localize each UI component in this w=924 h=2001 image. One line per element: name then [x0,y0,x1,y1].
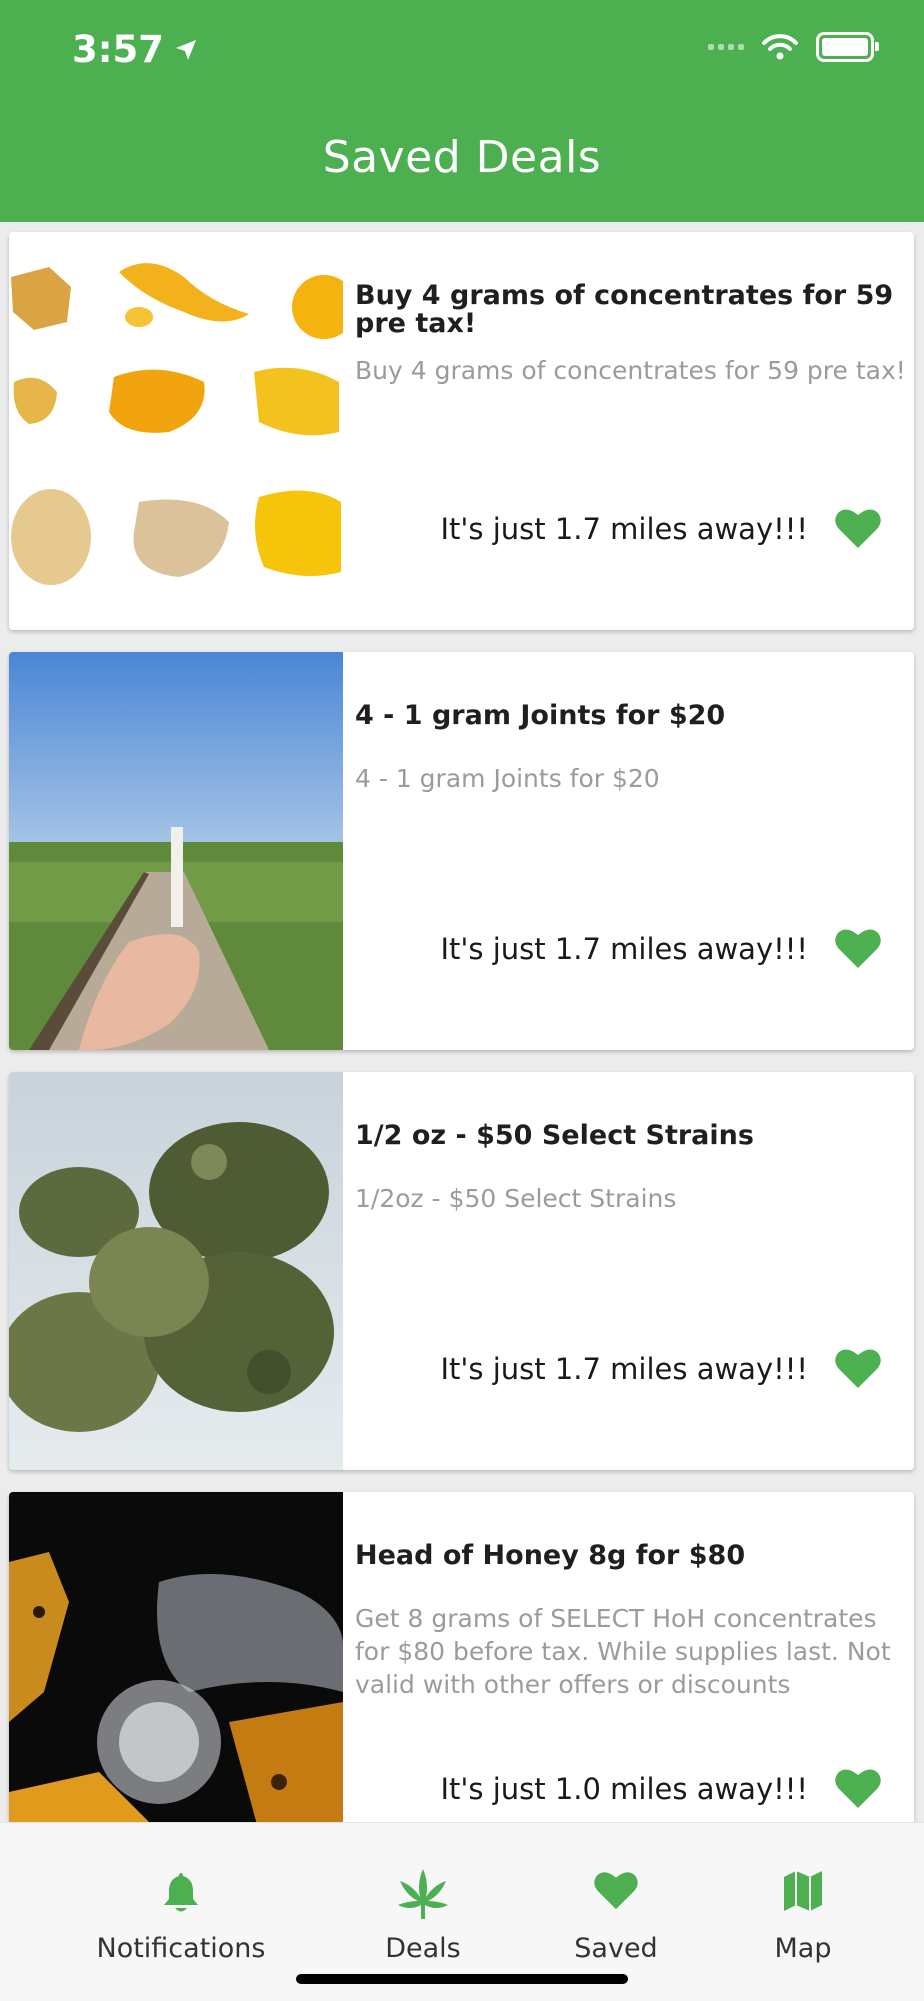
bell-icon [164,1873,198,1912]
cellular-signal-icon [708,44,744,50]
tab-label: Map [774,1933,832,1964]
deal-title: Head of Honey 8g for $80 [355,1540,746,1571]
deal-description: 4 - 1 gram Joints for $20 [355,764,660,793]
cannabis-buds-photo [9,1072,343,1470]
heart-icon [594,1872,638,1910]
battery-icon [816,32,879,62]
deal-title: Buy 4 grams of concentrates for 59 pre t… [355,280,894,339]
location-arrow-icon [176,39,197,60]
glass-shatter-photo [9,1492,343,1822]
deal-card[interactable]: 4 - 1 gram Joints for $20 4 - 1 gram Joi… [9,652,914,1050]
heart-icon[interactable] [834,926,882,970]
status-indicators [708,32,879,62]
deal-distance: It's just 1.0 miles away!!! [440,1772,808,1806]
tab-label: Saved [574,1933,658,1964]
deal-details: 1/2 oz - $50 Select Strains 1/2oz - $50 … [355,1072,910,1470]
deal-distance: It's just 1.7 miles away!!! [440,1352,808,1386]
deal-details: Head of Honey 8g for $80 Get 8 grams of … [355,1492,910,1822]
deal-distance: It's just 1.7 miles away!!! [440,932,808,966]
deal-details: Buy 4 grams of concentrates for 59 pre t… [355,232,910,630]
status-time: 3:57 [72,28,198,71]
home-indicator[interactable] [296,1974,628,1984]
saved-deals-list[interactable]: Buy 4 grams of concentrates for 59 pre t… [0,222,924,1822]
deal-card[interactable]: Head of Honey 8g for $80 Get 8 grams of … [9,1492,914,1822]
clock: 3:57 [72,28,165,71]
deal-title: 1/2 oz - $50 Select Strains [355,1120,754,1151]
deal-title: 4 - 1 gram Joints for $20 [355,700,726,731]
tab-map[interactable]: Map [703,1823,903,1973]
wifi-icon [762,34,798,60]
cannabis-leaf-icon [398,1869,448,1919]
deal-description: Get 8 grams of SELECT HoH concentrates f… [355,1604,891,1699]
deal-details: 4 - 1 gram Joints for $20 4 - 1 gram Joi… [355,652,910,1050]
concentrates-photo [9,232,343,630]
heart-icon[interactable] [834,1766,882,1810]
page-title: Saved Deals [322,132,602,183]
joint-boardwalk-photo [9,652,343,1050]
deal-card[interactable]: Buy 4 grams of concentrates for 59 pre t… [9,232,914,630]
deal-card[interactable]: 1/2 oz - $50 Select Strains 1/2oz - $50 … [9,1072,914,1470]
deal-description: 1/2oz - $50 Select Strains [355,1184,677,1213]
heart-icon[interactable] [834,1346,882,1390]
deal-distance: It's just 1.7 miles away!!! [440,512,808,546]
tab-label: Deals [385,1933,461,1964]
heart-icon[interactable] [834,506,882,550]
tab-saved[interactable]: Saved [516,1823,716,1973]
map-icon [784,1871,822,1911]
tab-notifications[interactable]: Notifications [81,1823,281,1973]
app-header: 3:57 Saved Deals [0,0,924,222]
tab-label: Notifications [96,1933,266,1964]
deal-description: Buy 4 grams of concentrates for 59 pre t… [355,356,906,385]
tab-deals[interactable]: Deals [323,1823,523,1973]
